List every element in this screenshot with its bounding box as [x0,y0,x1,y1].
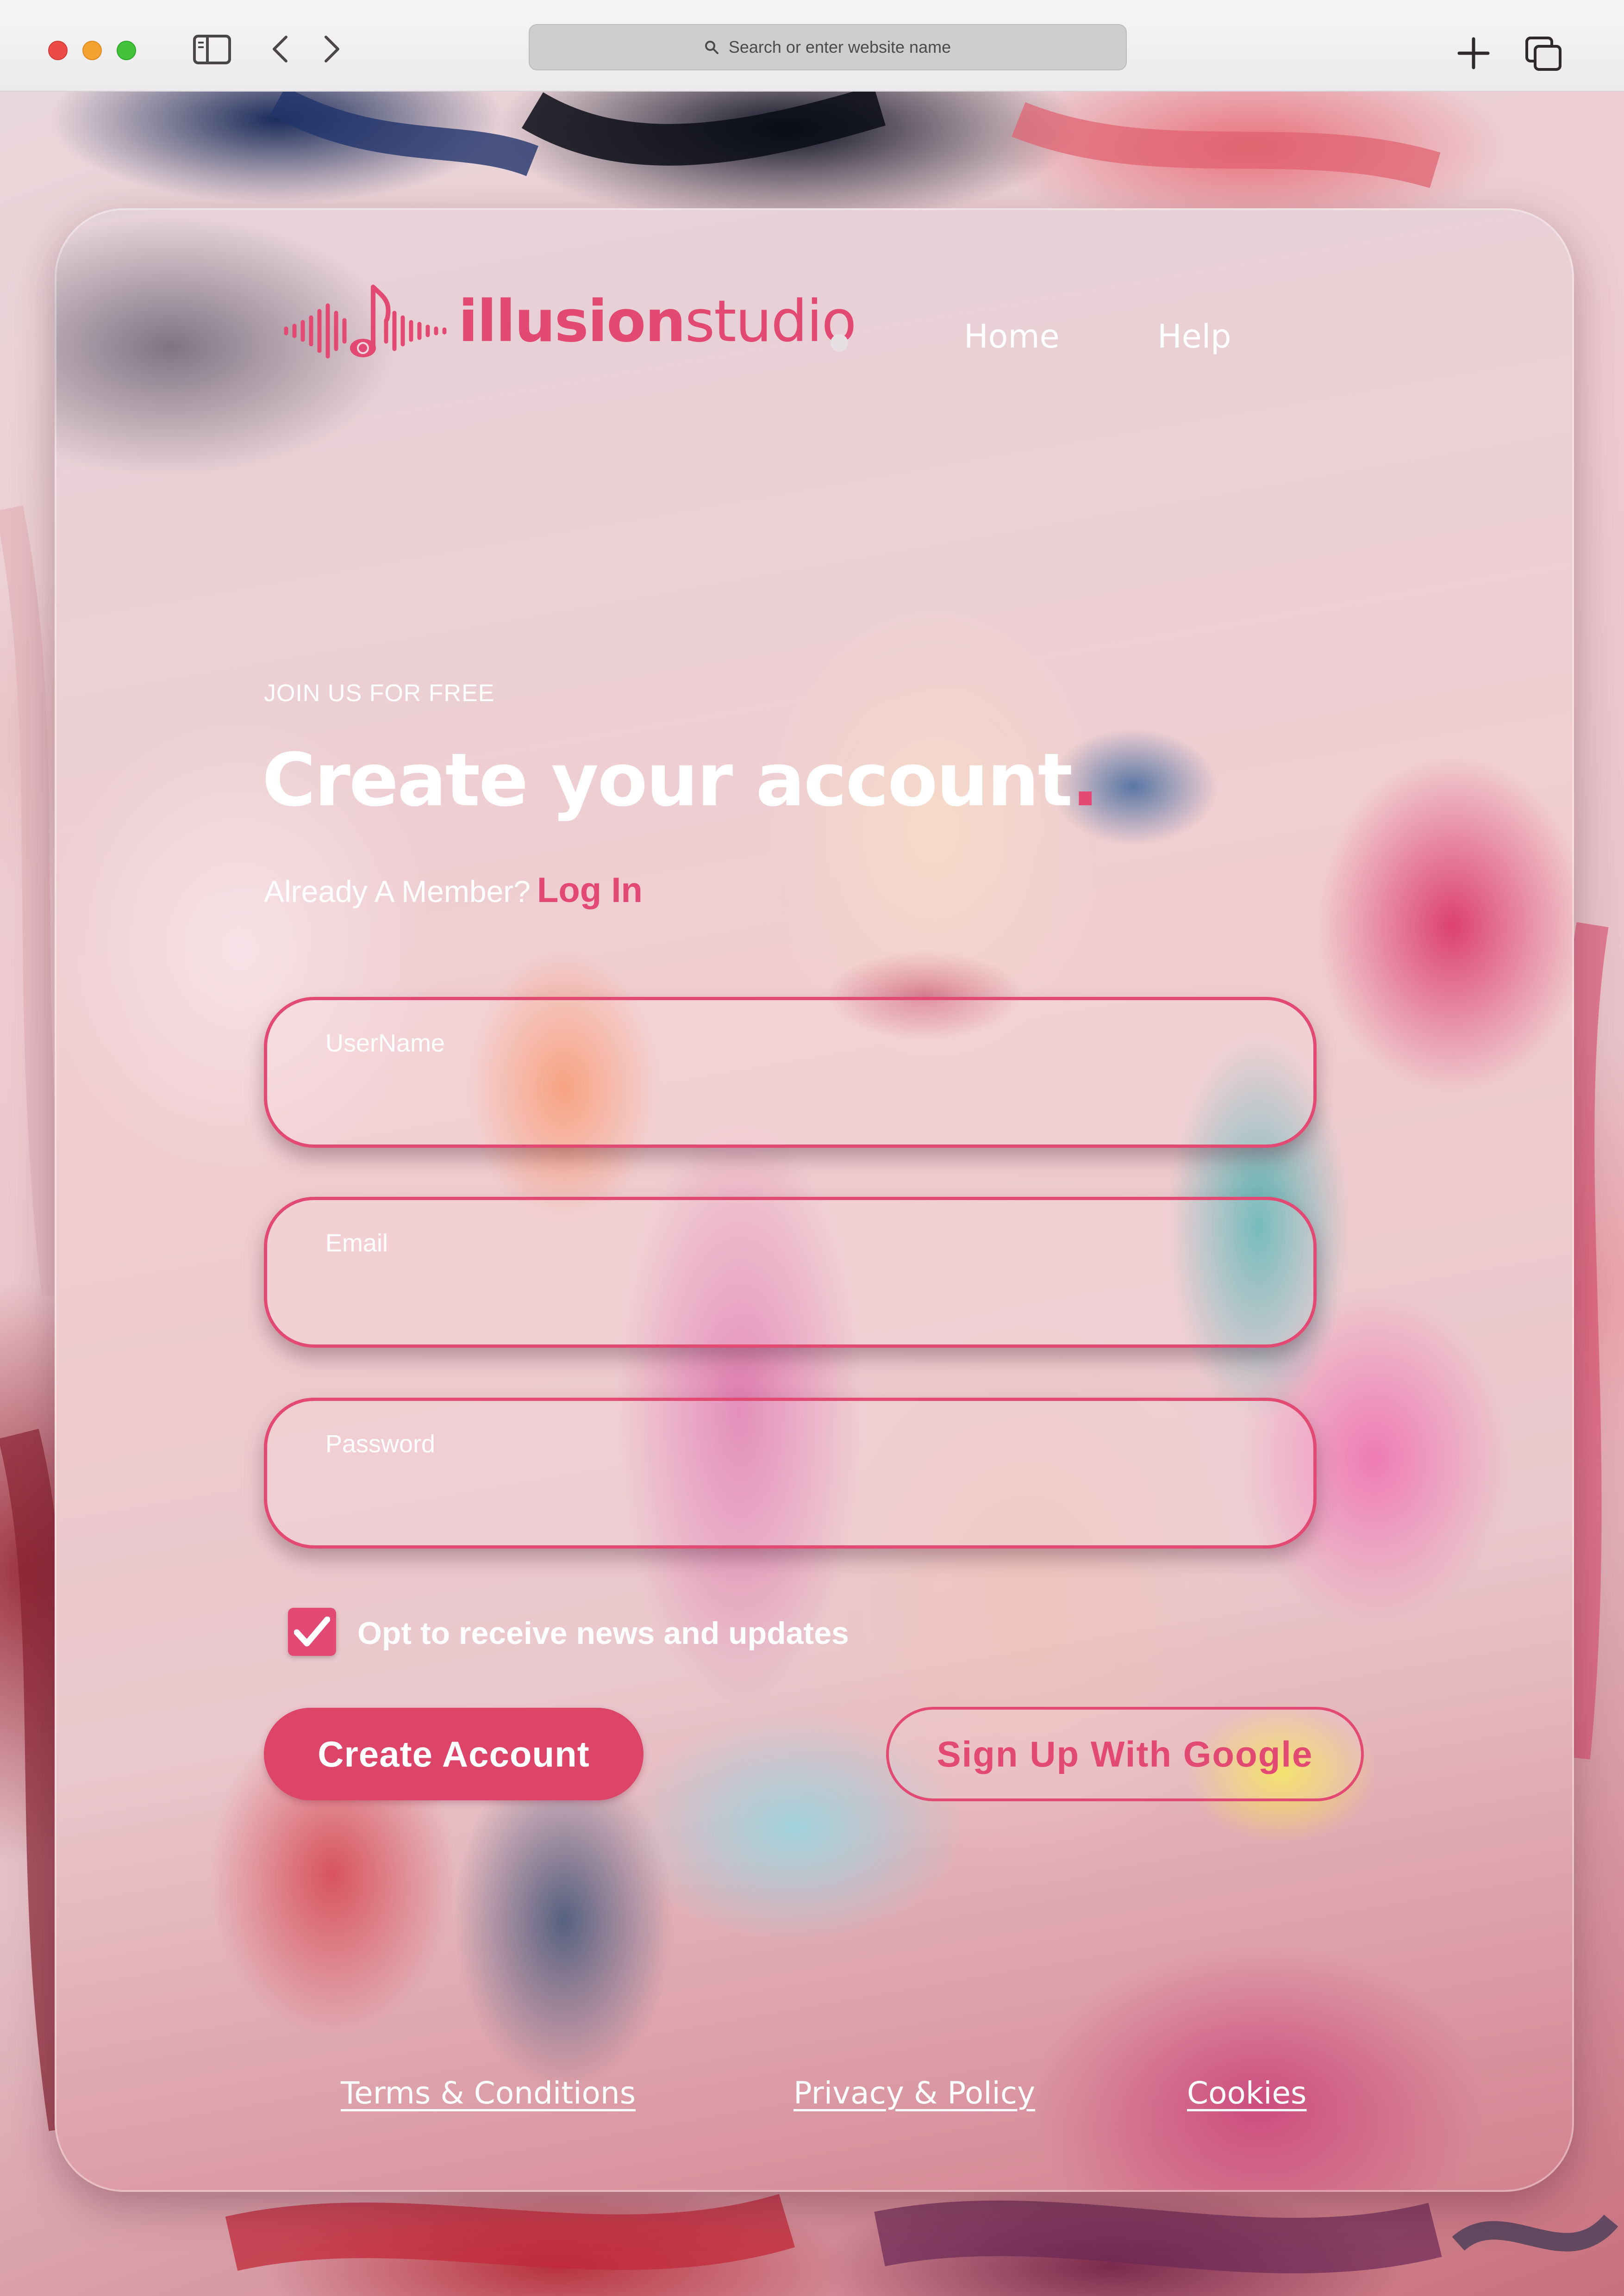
nav-home-link[interactable]: Home [964,317,1060,355]
address-placeholder: Search or enter website name [728,37,951,56]
soundwave-icon [284,285,447,359]
email-input[interactable] [323,1269,1250,1321]
password-input[interactable] [323,1470,1250,1522]
username-field[interactable]: UserName [264,997,1317,1148]
opt-in-checkbox[interactable] [288,1608,336,1656]
privacy-link[interactable]: Privacy & Policy [793,2075,1035,2111]
back-arrow-icon[interactable] [269,34,290,64]
email-label: Email [325,1229,388,1257]
tab-overview-icon[interactable] [1525,36,1562,71]
terms-link[interactable]: Terms & Conditions [341,2075,636,2111]
brand-dot [831,334,848,352]
forward-arrow-icon[interactable] [322,34,343,64]
password-label: Password [325,1430,436,1458]
browser-toolbar: Search or enter website name [0,0,1624,92]
new-tab-icon[interactable] [1456,36,1491,70]
email-field[interactable]: Email [264,1197,1317,1348]
minimize-window-button[interactable] [82,41,102,60]
google-signup-button[interactable]: Sign Up With Google [886,1707,1364,1801]
page-title-accent: . [1071,738,1099,823]
address-bar[interactable]: Search or enter website name [529,24,1127,70]
page-title: Create your account. [262,738,1099,823]
brand-name: illusionstudio [458,293,856,350]
login-link[interactable]: Log In [537,871,643,910]
brand-name-light: studio [685,288,857,355]
password-field[interactable]: Password [264,1398,1317,1549]
brand-name-bold: illusion [458,288,686,355]
member-prompt-line: Already A Member? Log In [264,870,643,910]
create-account-button[interactable]: Create Account [264,1708,643,1800]
sidebar-toggle-icon[interactable] [193,34,231,65]
search-icon [705,41,718,54]
member-prompt: Already A Member? [264,874,531,908]
username-input[interactable] [323,1070,1250,1121]
brand-logo[interactable]: illusionstudio [282,278,856,366]
nav-help-link[interactable]: Help [1157,317,1231,355]
close-window-button[interactable] [48,41,68,60]
username-label: UserName [325,1029,445,1057]
maximize-window-button[interactable] [117,41,136,60]
eyebrow-text: JOIN US FOR FREE [264,680,495,707]
checkmark-icon [294,1617,330,1647]
opt-in-label[interactable]: Opt to receive news and updates [357,1615,849,1651]
cookies-link[interactable]: Cookies [1187,2075,1306,2111]
page-title-text: Create your account [262,738,1073,823]
